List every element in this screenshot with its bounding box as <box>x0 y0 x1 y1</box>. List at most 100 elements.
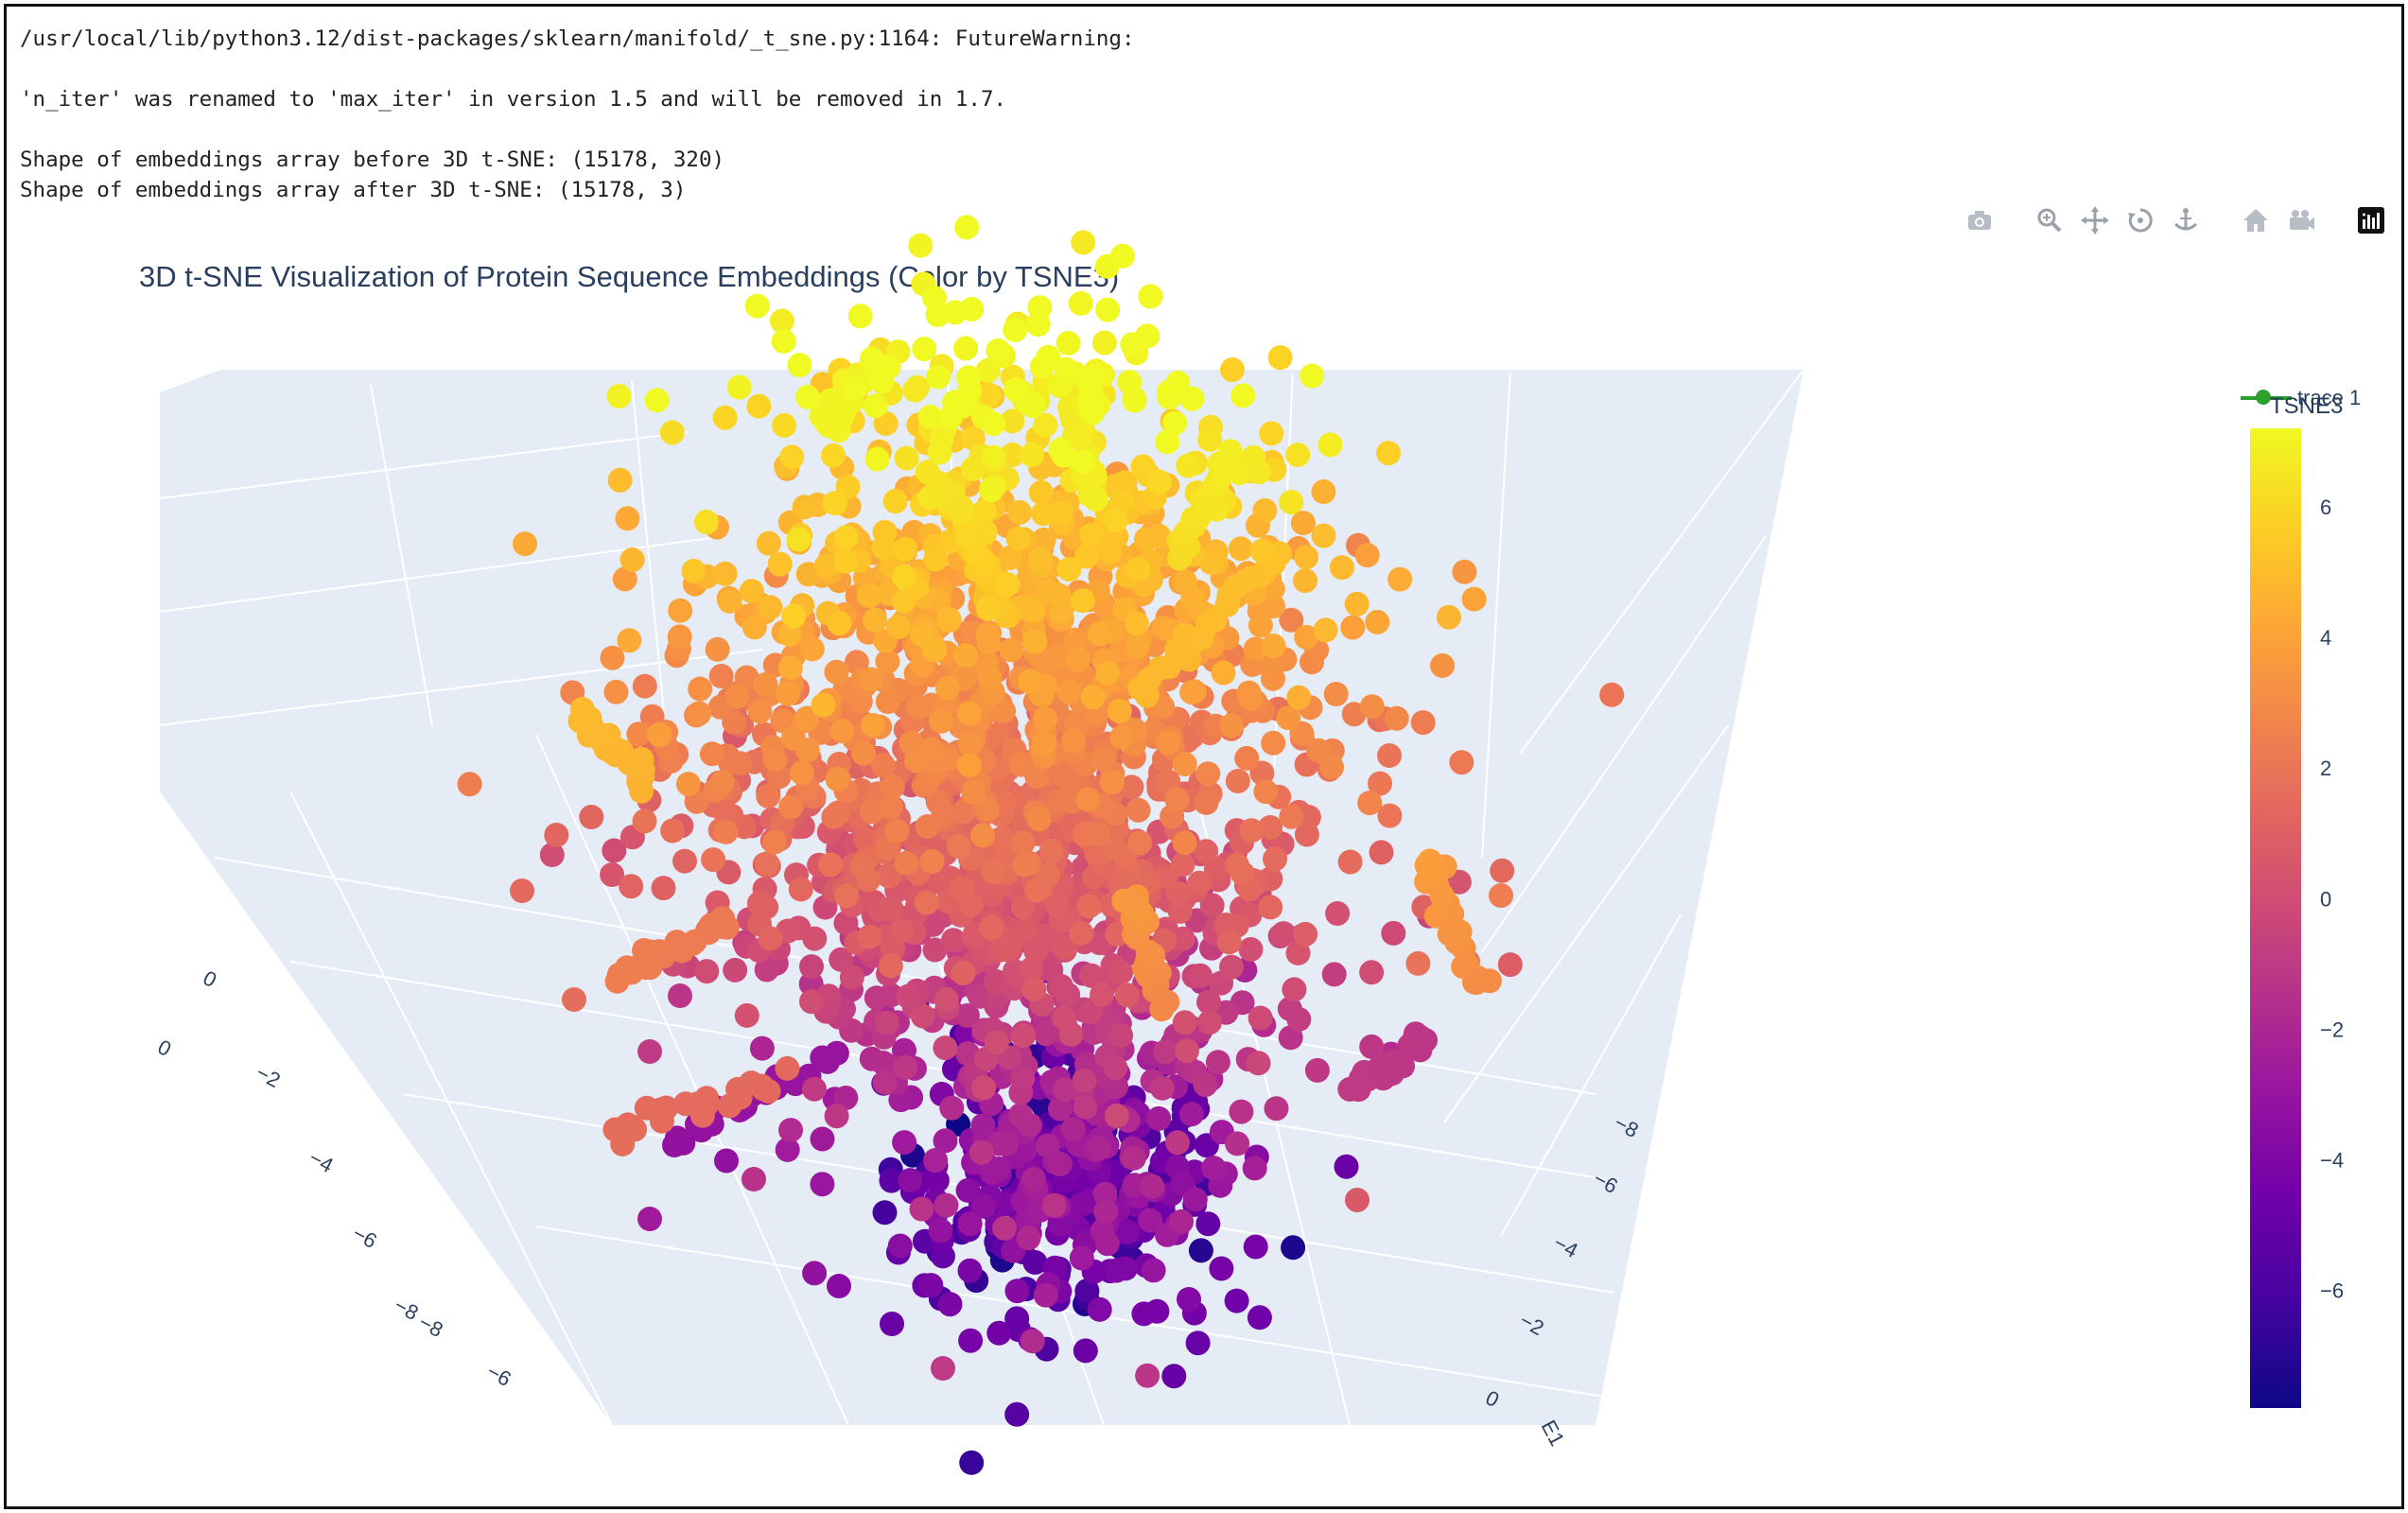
scatter-point[interactable] <box>939 1095 965 1121</box>
scatter-point[interactable] <box>925 364 951 390</box>
scatter-point[interactable] <box>810 1172 835 1197</box>
scatter-point[interactable] <box>912 337 937 362</box>
scatter-point[interactable] <box>1004 1401 1030 1427</box>
scatter-point[interactable] <box>1243 1234 1268 1260</box>
scatter-point[interactable] <box>1086 1136 1111 1161</box>
scatter-point[interactable] <box>874 1010 899 1035</box>
scatter-point[interactable] <box>1230 383 1256 409</box>
scatter-point[interactable] <box>1449 750 1474 775</box>
scatter-point[interactable] <box>981 860 1006 884</box>
scatter-point[interactable] <box>1365 609 1390 635</box>
scatter-point[interactable] <box>660 818 686 843</box>
scatter-point[interactable] <box>902 377 928 403</box>
scatter-point[interactable] <box>925 302 951 327</box>
scatter-point[interactable] <box>762 747 788 773</box>
scatter-point[interactable] <box>1261 634 1286 658</box>
scatter-point[interactable] <box>1172 830 1197 856</box>
scatter-point[interactable] <box>919 849 945 874</box>
scatter-point[interactable] <box>709 770 735 795</box>
scatter-point[interactable] <box>1179 386 1205 411</box>
scatter-point[interactable] <box>1165 1130 1190 1156</box>
scatter-point[interactable] <box>976 630 1002 655</box>
scatter-point[interactable] <box>746 393 772 419</box>
scatter-point[interactable] <box>1345 1188 1370 1212</box>
scatter-point[interactable] <box>1125 896 1151 922</box>
scatter-point[interactable] <box>984 1030 1009 1055</box>
scatter-point[interactable] <box>544 823 569 847</box>
scatter-point[interactable] <box>778 794 804 820</box>
scatter-point[interactable] <box>1073 1094 1098 1120</box>
scatter-point[interactable] <box>1239 818 1265 843</box>
scatter-point[interactable] <box>1164 787 1190 812</box>
scatter-point[interactable] <box>1188 963 1213 988</box>
scatter-point[interactable] <box>1417 848 1442 874</box>
scatter-point[interactable] <box>1103 508 1128 533</box>
scatter-point[interactable] <box>1103 1055 1128 1081</box>
scatter-point[interactable] <box>850 740 876 766</box>
scatter-point[interactable] <box>781 603 807 629</box>
scatter-point[interactable] <box>847 304 873 329</box>
scatter-point[interactable] <box>1242 1156 1267 1181</box>
scatter-point[interactable] <box>863 393 888 419</box>
scatter-point[interactable] <box>1179 680 1205 705</box>
scatter-point[interactable] <box>637 1039 662 1064</box>
scatter-point[interactable] <box>1313 617 1338 643</box>
scatter-point[interactable] <box>688 676 713 702</box>
scatter-point[interactable] <box>864 446 890 472</box>
scatter-point[interactable] <box>1359 694 1385 720</box>
scatter-point[interactable] <box>513 531 537 557</box>
scatter-point[interactable] <box>954 215 980 240</box>
scatter-point[interactable] <box>603 679 629 704</box>
scatter-point[interactable] <box>637 1207 662 1231</box>
scatter-point[interactable] <box>689 1103 715 1128</box>
scatter-point[interactable] <box>914 890 939 915</box>
scatter-point[interactable] <box>610 1131 636 1156</box>
scatter-point[interactable] <box>1140 1174 1165 1199</box>
scatter-point[interactable] <box>894 445 919 471</box>
scatter-point[interactable] <box>1104 1104 1129 1128</box>
scatter-point[interactable] <box>1108 1023 1134 1048</box>
scatter-point[interactable] <box>1008 752 1034 777</box>
scatter-point[interactable] <box>1109 243 1135 269</box>
scatter-point[interactable] <box>889 918 915 944</box>
scatter-point[interactable] <box>1359 960 1385 985</box>
scatter-point[interactable] <box>1065 647 1091 672</box>
scatter-point[interactable] <box>893 1054 917 1080</box>
scatter-point[interactable] <box>1340 615 1366 640</box>
scatter-point[interactable] <box>956 753 982 778</box>
scatter-point[interactable] <box>934 675 960 701</box>
scatter-point[interactable] <box>1369 840 1394 865</box>
scatter-point[interactable] <box>756 530 781 556</box>
scatter-point[interactable] <box>1216 930 1242 955</box>
scatter-point[interactable] <box>827 1274 851 1298</box>
scatter-point[interactable] <box>1286 685 1312 710</box>
scatter-point[interactable] <box>712 405 738 430</box>
scatter-point[interactable] <box>1155 429 1180 455</box>
scatter-point[interactable] <box>1337 849 1363 875</box>
scatter-point[interactable] <box>1056 557 1082 582</box>
scatter-point[interactable] <box>971 1075 997 1101</box>
scatter-point[interactable] <box>1285 443 1311 467</box>
scatter-point[interactable] <box>699 741 724 767</box>
scatter-point[interactable] <box>632 673 657 699</box>
scatter-point[interactable] <box>1071 230 1096 255</box>
scatter-point[interactable] <box>1156 730 1181 756</box>
scatter-point[interactable] <box>799 636 825 662</box>
scatter-point[interactable] <box>1187 870 1213 896</box>
scatter-point[interactable] <box>1135 1363 1160 1388</box>
scatter-point[interactable] <box>734 1002 759 1028</box>
scatter-point[interactable] <box>717 588 742 614</box>
scatter-point[interactable] <box>1003 377 1029 403</box>
scatter-point[interactable] <box>1197 1010 1222 1035</box>
scatter-point[interactable] <box>986 338 1011 363</box>
scatter-point[interactable] <box>1016 1226 1041 1251</box>
scatter-point[interactable] <box>1005 526 1031 551</box>
scatter-point[interactable] <box>562 987 586 1012</box>
scatter-point[interactable] <box>1125 797 1151 823</box>
scatter-point[interactable] <box>1107 699 1132 723</box>
scatter-point[interactable] <box>1073 1338 1098 1364</box>
scatter-point[interactable] <box>1329 555 1354 581</box>
scatter-point[interactable] <box>1099 770 1125 795</box>
scatter-point[interactable] <box>849 853 875 878</box>
scatter-point[interactable] <box>811 692 836 718</box>
